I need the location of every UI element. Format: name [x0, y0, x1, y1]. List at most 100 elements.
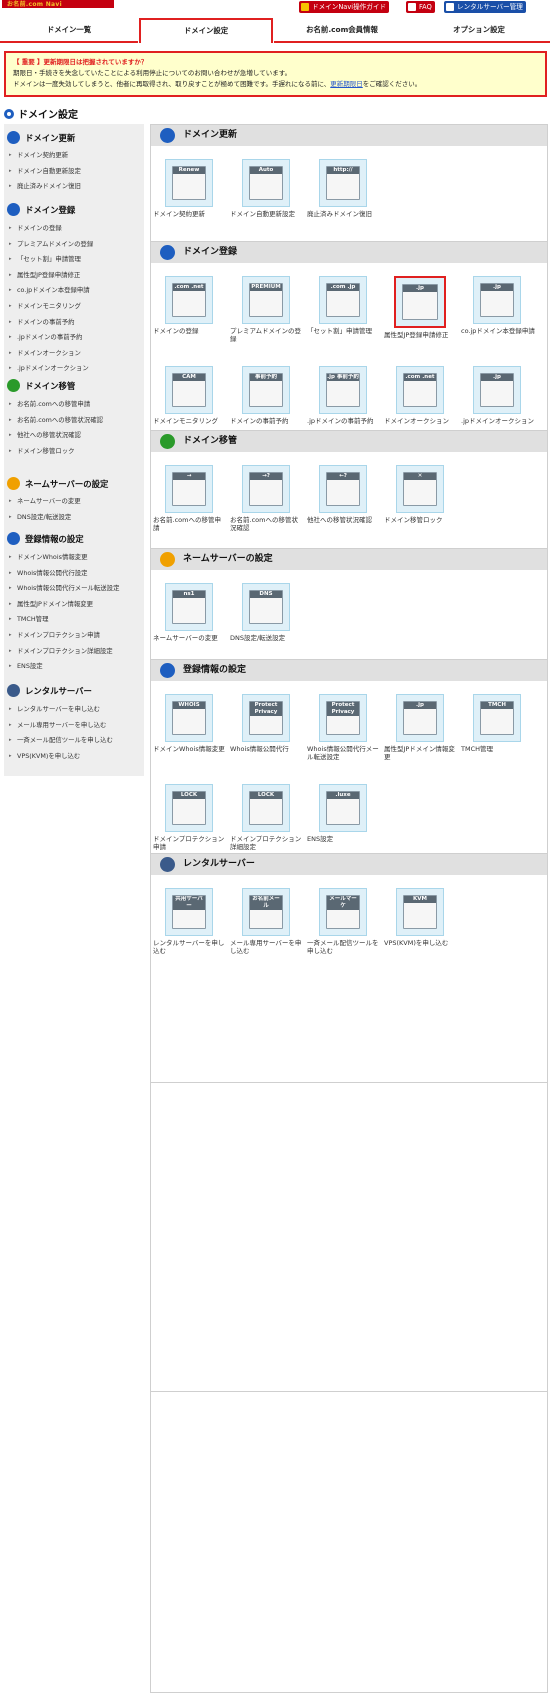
sidebar-link[interactable]: 他社への移管状況確認: [4, 428, 144, 444]
menu-tile[interactable]: Protect Privacy Whois情報公開代行: [230, 694, 304, 753]
tile-glyph: Protect Privacy: [249, 701, 283, 735]
menu-tile[interactable]: .jp 属性型JPドメイン情報変更: [384, 694, 458, 761]
menu-tile[interactable]: Protect Privacy Whois情報公開代行メール転送設定: [307, 694, 381, 761]
sidebar-link[interactable]: ドメイン移管ロック: [4, 444, 144, 460]
sidebar-section-1: ドメイン更新: [4, 128, 144, 148]
notice-line-2: ドメインは一度失効してしまうと、他者に再取得され、取り戻すことが極めて困難です。…: [13, 80, 422, 88]
server-icon: [446, 3, 454, 11]
tile-label: ドメイン移管ロック: [384, 516, 443, 524]
sidebar-link[interactable]: レンタルサーバーを申し込む: [4, 702, 144, 718]
document-icon: [7, 532, 20, 545]
menu-tile[interactable]: CAM ドメインモニタリング: [153, 366, 227, 425]
menu-tile[interactable]: ←? 他社への移管状況確認: [307, 465, 381, 524]
menu-tile[interactable]: 事前予約 ドメインの事前予約: [230, 366, 304, 425]
menu-tile[interactable]: LOCK ドメインプロテクション申請: [153, 784, 227, 851]
menu-tile[interactable]: TMCH TMCH管理: [461, 694, 535, 753]
sidebar-link[interactable]: ドメインの事前予約: [4, 315, 144, 331]
sidebar-section-2: ドメイン登録: [4, 200, 144, 220]
panel-title: ドメイン登録: [183, 247, 238, 257]
sidebar-link[interactable]: 一斉メール配信ツールを申し込む: [4, 733, 144, 749]
toplink-guide[interactable]: ドメインNavi操作ガイド: [299, 1, 390, 13]
renewal-date-link[interactable]: 更新期限日: [330, 80, 363, 88]
menu-tile[interactable]: http:// 廃止済みドメイン復旧: [307, 159, 381, 218]
sidebar-section-4: ネームサーバーの設定: [4, 474, 144, 494]
sidebar-link[interactable]: VPS(KVM)を申し込む: [4, 749, 144, 765]
sidebar-link[interactable]: ドメインWhois情報変更: [4, 550, 144, 566]
panel-title: ネームサーバーの設定: [183, 554, 273, 564]
transfer-out-icon: ←?: [319, 465, 367, 513]
mass-mail-icon: メールマーケ: [319, 888, 367, 936]
menu-tile[interactable]: → お名前.comへの移管申請: [153, 465, 227, 532]
tab-domain-settings[interactable]: ドメイン設定: [139, 18, 273, 43]
sidebar-link[interactable]: メール専用サーバーを申し込む: [4, 718, 144, 734]
menu-tile[interactable]: KVM VPS(KVM)を申し込む: [384, 888, 458, 947]
sidebar-link[interactable]: お名前.comへの移管状況確認: [4, 413, 144, 429]
menu-tile[interactable]: WHOIS ドメインWhois情報変更: [153, 694, 227, 753]
cart-icon: .com .jp: [319, 276, 367, 324]
menu-tile[interactable]: PREMIUM プレミアムドメインの登録: [230, 276, 304, 343]
sidebar-link[interactable]: TMCH管理: [4, 612, 144, 628]
menu-tile[interactable]: .jp co.jpドメイン本登録申請: [461, 276, 535, 335]
sidebar-link[interactable]: Whois情報公開代行設定: [4, 566, 144, 582]
sidebar-link[interactable]: co.jpドメイン本登録申請: [4, 283, 144, 299]
sidebar-link[interactable]: 廃止済みドメイン復旧: [4, 179, 144, 195]
question-icon: [408, 3, 416, 11]
sidebar-link[interactable]: ドメインプロテクション詳細設定: [4, 644, 144, 660]
top-bar: お名前.com Navi ドメインNavi操作ガイド FAQ レンタルサーバー管…: [0, 0, 550, 14]
menu-tile[interactable]: .jp 属性型JP登録申請修正: [384, 276, 458, 339]
menu-tile[interactable]: →? お名前.comへの移管状況確認: [230, 465, 304, 532]
sidebar-link[interactable]: DNS設定/転送設定: [4, 510, 144, 526]
menu-tile[interactable]: .luxe ENS設定: [307, 784, 381, 843]
sidebar-link[interactable]: 「セット割」申請管理: [4, 252, 144, 268]
sidebar-link[interactable]: ドメインモニタリング: [4, 299, 144, 315]
sidebar-link[interactable]: お名前.comへの移管申請: [4, 397, 144, 413]
menu-tile[interactable]: Auto ドメイン自動更新設定: [230, 159, 304, 218]
menu-tile[interactable]: 共用サーバー レンタルサーバーを申し込む: [153, 888, 227, 955]
sidebar-link[interactable]: ドメインの登録: [4, 221, 144, 237]
toplink-server[interactable]: レンタルサーバー管理: [444, 1, 526, 13]
menu-tile[interactable]: .jp .jpドメインオークション: [461, 366, 535, 425]
sidebar-link[interactable]: ドメイン契約更新: [4, 148, 144, 164]
toplink-faq[interactable]: FAQ: [406, 1, 435, 13]
sidebar-link[interactable]: ネームサーバーの変更: [4, 494, 144, 510]
tab-member-info[interactable]: お名前.com会員情報: [274, 18, 410, 42]
menu-tile[interactable]: .jp 事前予約 .jpドメインの事前予約: [307, 366, 381, 425]
tile-glyph-label: .com .net: [404, 374, 436, 381]
tile-glyph: .com .jp: [326, 283, 360, 317]
tile-glyph-label: http://: [327, 167, 359, 174]
tile-glyph: Protect Privacy: [326, 701, 360, 735]
sidebar-link[interactable]: .jpドメインの事前予約: [4, 330, 144, 346]
tile-label: VPS(KVM)を申し込む: [384, 939, 449, 947]
tab-domain-list[interactable]: ドメイン一覧: [0, 18, 138, 42]
sidebar-link[interactable]: ドメイン自動更新設定: [4, 164, 144, 180]
menu-tile[interactable]: Renew ドメイン契約更新: [153, 159, 227, 218]
sidebar-section-title: ドメイン登録: [25, 205, 76, 215]
sidebar-link[interactable]: 属性型JPドメイン情報変更: [4, 597, 144, 613]
sidebar-link[interactable]: ドメインプロテクション申請: [4, 628, 144, 644]
menu-tile[interactable]: .com .net ドメインオークション: [384, 366, 458, 425]
ens-icon: .luxe: [319, 784, 367, 832]
menu-tile[interactable]: LOCK ドメインプロテクション詳細設定: [230, 784, 304, 851]
whois-privacy-icon: Protect Privacy: [242, 694, 290, 742]
menu-tile[interactable]: .com .net ドメインの登録: [153, 276, 227, 335]
menu-tile[interactable]: DNS DNS設定/転送設定: [230, 583, 304, 642]
site-logo[interactable]: お名前.com Navi: [2, 0, 114, 8]
sidebar-link[interactable]: プレミアムドメインの登録: [4, 237, 144, 253]
sidebar-link[interactable]: Whois情報公開代行メール転送設定: [4, 581, 144, 597]
sidebar-link[interactable]: 属性型JP登録申請修正: [4, 268, 144, 284]
menu-tile[interactable]: ✕ ドメイン移管ロック: [384, 465, 458, 524]
sidebar-link[interactable]: ENS設定: [4, 659, 144, 675]
sidebar-section-title: ネームサーバーの設定: [25, 479, 109, 489]
tile-glyph: CAM: [172, 373, 206, 407]
menu-tile[interactable]: お名前メール メール専用サーバーを申し込む: [230, 888, 304, 955]
menu-tile[interactable]: メールマーケ 一斉メール配信ツールを申し込む: [307, 888, 381, 955]
tile-label: .jpドメインオークション: [461, 417, 534, 425]
sidebar-link[interactable]: .jpドメインオークション: [4, 361, 144, 377]
menu-tile[interactable]: ns1 ネームサーバーの変更: [153, 583, 227, 642]
tile-glyph-label: ns1: [173, 591, 205, 598]
tile-label: ネームサーバーの変更: [153, 634, 218, 642]
menu-tile[interactable]: .com .jp 「セット割」申請管理: [307, 276, 381, 335]
tile-glyph: →?: [249, 472, 283, 506]
sidebar-link[interactable]: ドメインオークション: [4, 346, 144, 362]
tab-option-settings[interactable]: オプション設定: [410, 18, 548, 42]
